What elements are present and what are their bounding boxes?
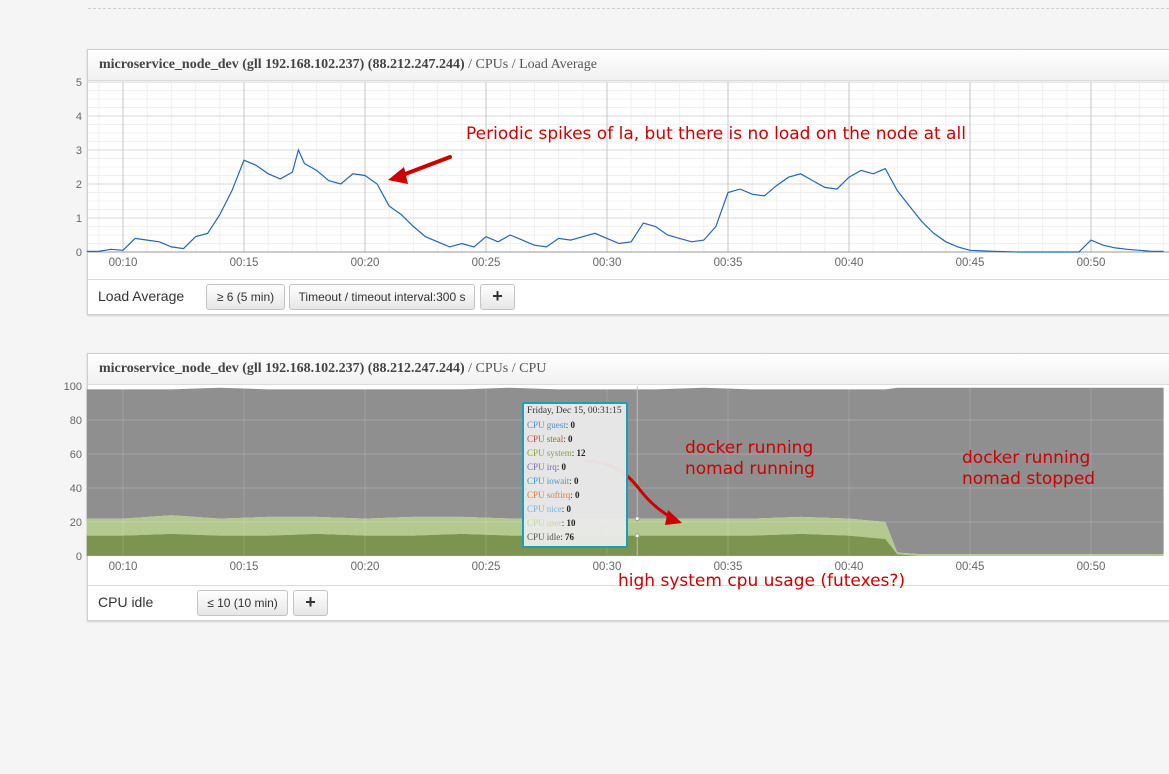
tooltip-series-label: CPU softirq (527, 490, 571, 500)
tooltip-series-value: 0 (574, 476, 579, 486)
tooltip-series-label: CPU iowait (527, 476, 570, 486)
x-tick-label: 00:25 (472, 561, 501, 573)
tooltip-row: CPU system: 12 (527, 448, 586, 458)
charts-overlay: 01234500:10 00:15 00:20 00:25 00:30 00:35 00:4… (64, 77, 1169, 573)
tooltip-series-value: 0 (570, 420, 576, 430)
x-tick-label: 00:10 (109, 257, 138, 269)
cpu-tooltip: Friday, Dec 15, 00:31:15 CPU guest: 0 CPU… (522, 402, 628, 548)
annotation-high-system-cpu: high system cpu usage (futexes?) (618, 571, 906, 591)
annotation-la-spikes: Periodic spikes of la, but there is no l… (466, 124, 966, 144)
tooltip-series-label: CPU steal (527, 434, 564, 444)
hover-point (634, 516, 640, 522)
tooltip-series-value: 76 (565, 532, 575, 542)
tooltip-series-label: CPU idle (527, 532, 561, 542)
tooltip-row: CPU idle: 76 (527, 532, 575, 542)
x-tick-label: 00:45 (956, 561, 985, 573)
tooltip-row: CPU softirq: 0 (527, 490, 580, 500)
tooltip-series-label: CPU nice (527, 504, 562, 514)
tooltip-series-value: 0 (566, 504, 572, 514)
x-tick-label: 00:20 (351, 257, 380, 269)
y-tick-label: 3 (76, 145, 82, 157)
x-tick-label: 00:20 (351, 561, 380, 573)
tooltip-series-value: 0 (575, 490, 580, 500)
tooltip-row: CPU iowait: 0 (527, 476, 579, 486)
annotation-docker-running: docker running (685, 438, 814, 458)
y-tick-label: 2 (76, 179, 82, 191)
y-tick-label: 0 (76, 247, 82, 259)
hover-point (634, 533, 640, 539)
tooltip-row: CPU guest: 0 (527, 420, 576, 430)
y-tick-label: 4 (76, 111, 82, 123)
tooltip-series-label: CPU system (527, 448, 572, 458)
tooltip-series-value: 10 (566, 518, 576, 528)
x-tick-label: 00:25 (472, 257, 501, 269)
tooltip-series-label: CPU guest (527, 420, 566, 430)
x-tick-label: 00:35 (714, 257, 743, 269)
annotation-nomad-running: nomad running (685, 459, 815, 479)
y-tick-label: 60 (70, 449, 82, 461)
x-tick-label: 00:10 (109, 561, 138, 573)
tooltip-row: CPU steal: 0 (527, 434, 573, 444)
x-tick-label: 00:15 (230, 257, 259, 269)
tooltip-rows: CPU guest: 0 CPU steal: 0 CPU system: 12 CP… (527, 418, 623, 544)
tooltip-row: CPU irq: 0 (527, 462, 567, 472)
tooltip-date: Friday, Dec 15, 00:31:15 (527, 406, 622, 416)
y-tick-label: 1 (76, 213, 82, 225)
y-tick-label: 0 (76, 551, 82, 563)
x-tick-label: 00:40 (835, 257, 864, 269)
tooltip-series-label: CPU user (527, 518, 562, 528)
x-tick-label: 00:30 (593, 257, 622, 269)
annotation-docker-running-2: docker running (962, 448, 1091, 468)
tooltip-series-value: 0 (561, 462, 567, 472)
tooltip-series-value: 0 (568, 434, 573, 444)
tooltip-series-label: CPU irq (527, 462, 557, 472)
y-tick-label: 20 (70, 517, 82, 529)
x-tick-label: 00:15 (230, 561, 259, 573)
y-tick-label: 40 (70, 483, 82, 495)
x-tick-label: 00:50 (1077, 257, 1106, 269)
x-tick-label: 00:50 (1077, 561, 1106, 573)
tooltip-row: CPU nice: 0 (527, 504, 572, 514)
y-tick-label: 80 (70, 415, 82, 427)
x-tick-label: 00:45 (956, 257, 985, 269)
y-tick-label: 100 (64, 381, 82, 393)
y-tick-label: 5 (76, 77, 82, 89)
tooltip-row: CPU user: 10 (527, 518, 576, 528)
annotation-nomad-stopped: nomad stopped (962, 469, 1096, 489)
tooltip-series-value: 12 (576, 448, 586, 458)
